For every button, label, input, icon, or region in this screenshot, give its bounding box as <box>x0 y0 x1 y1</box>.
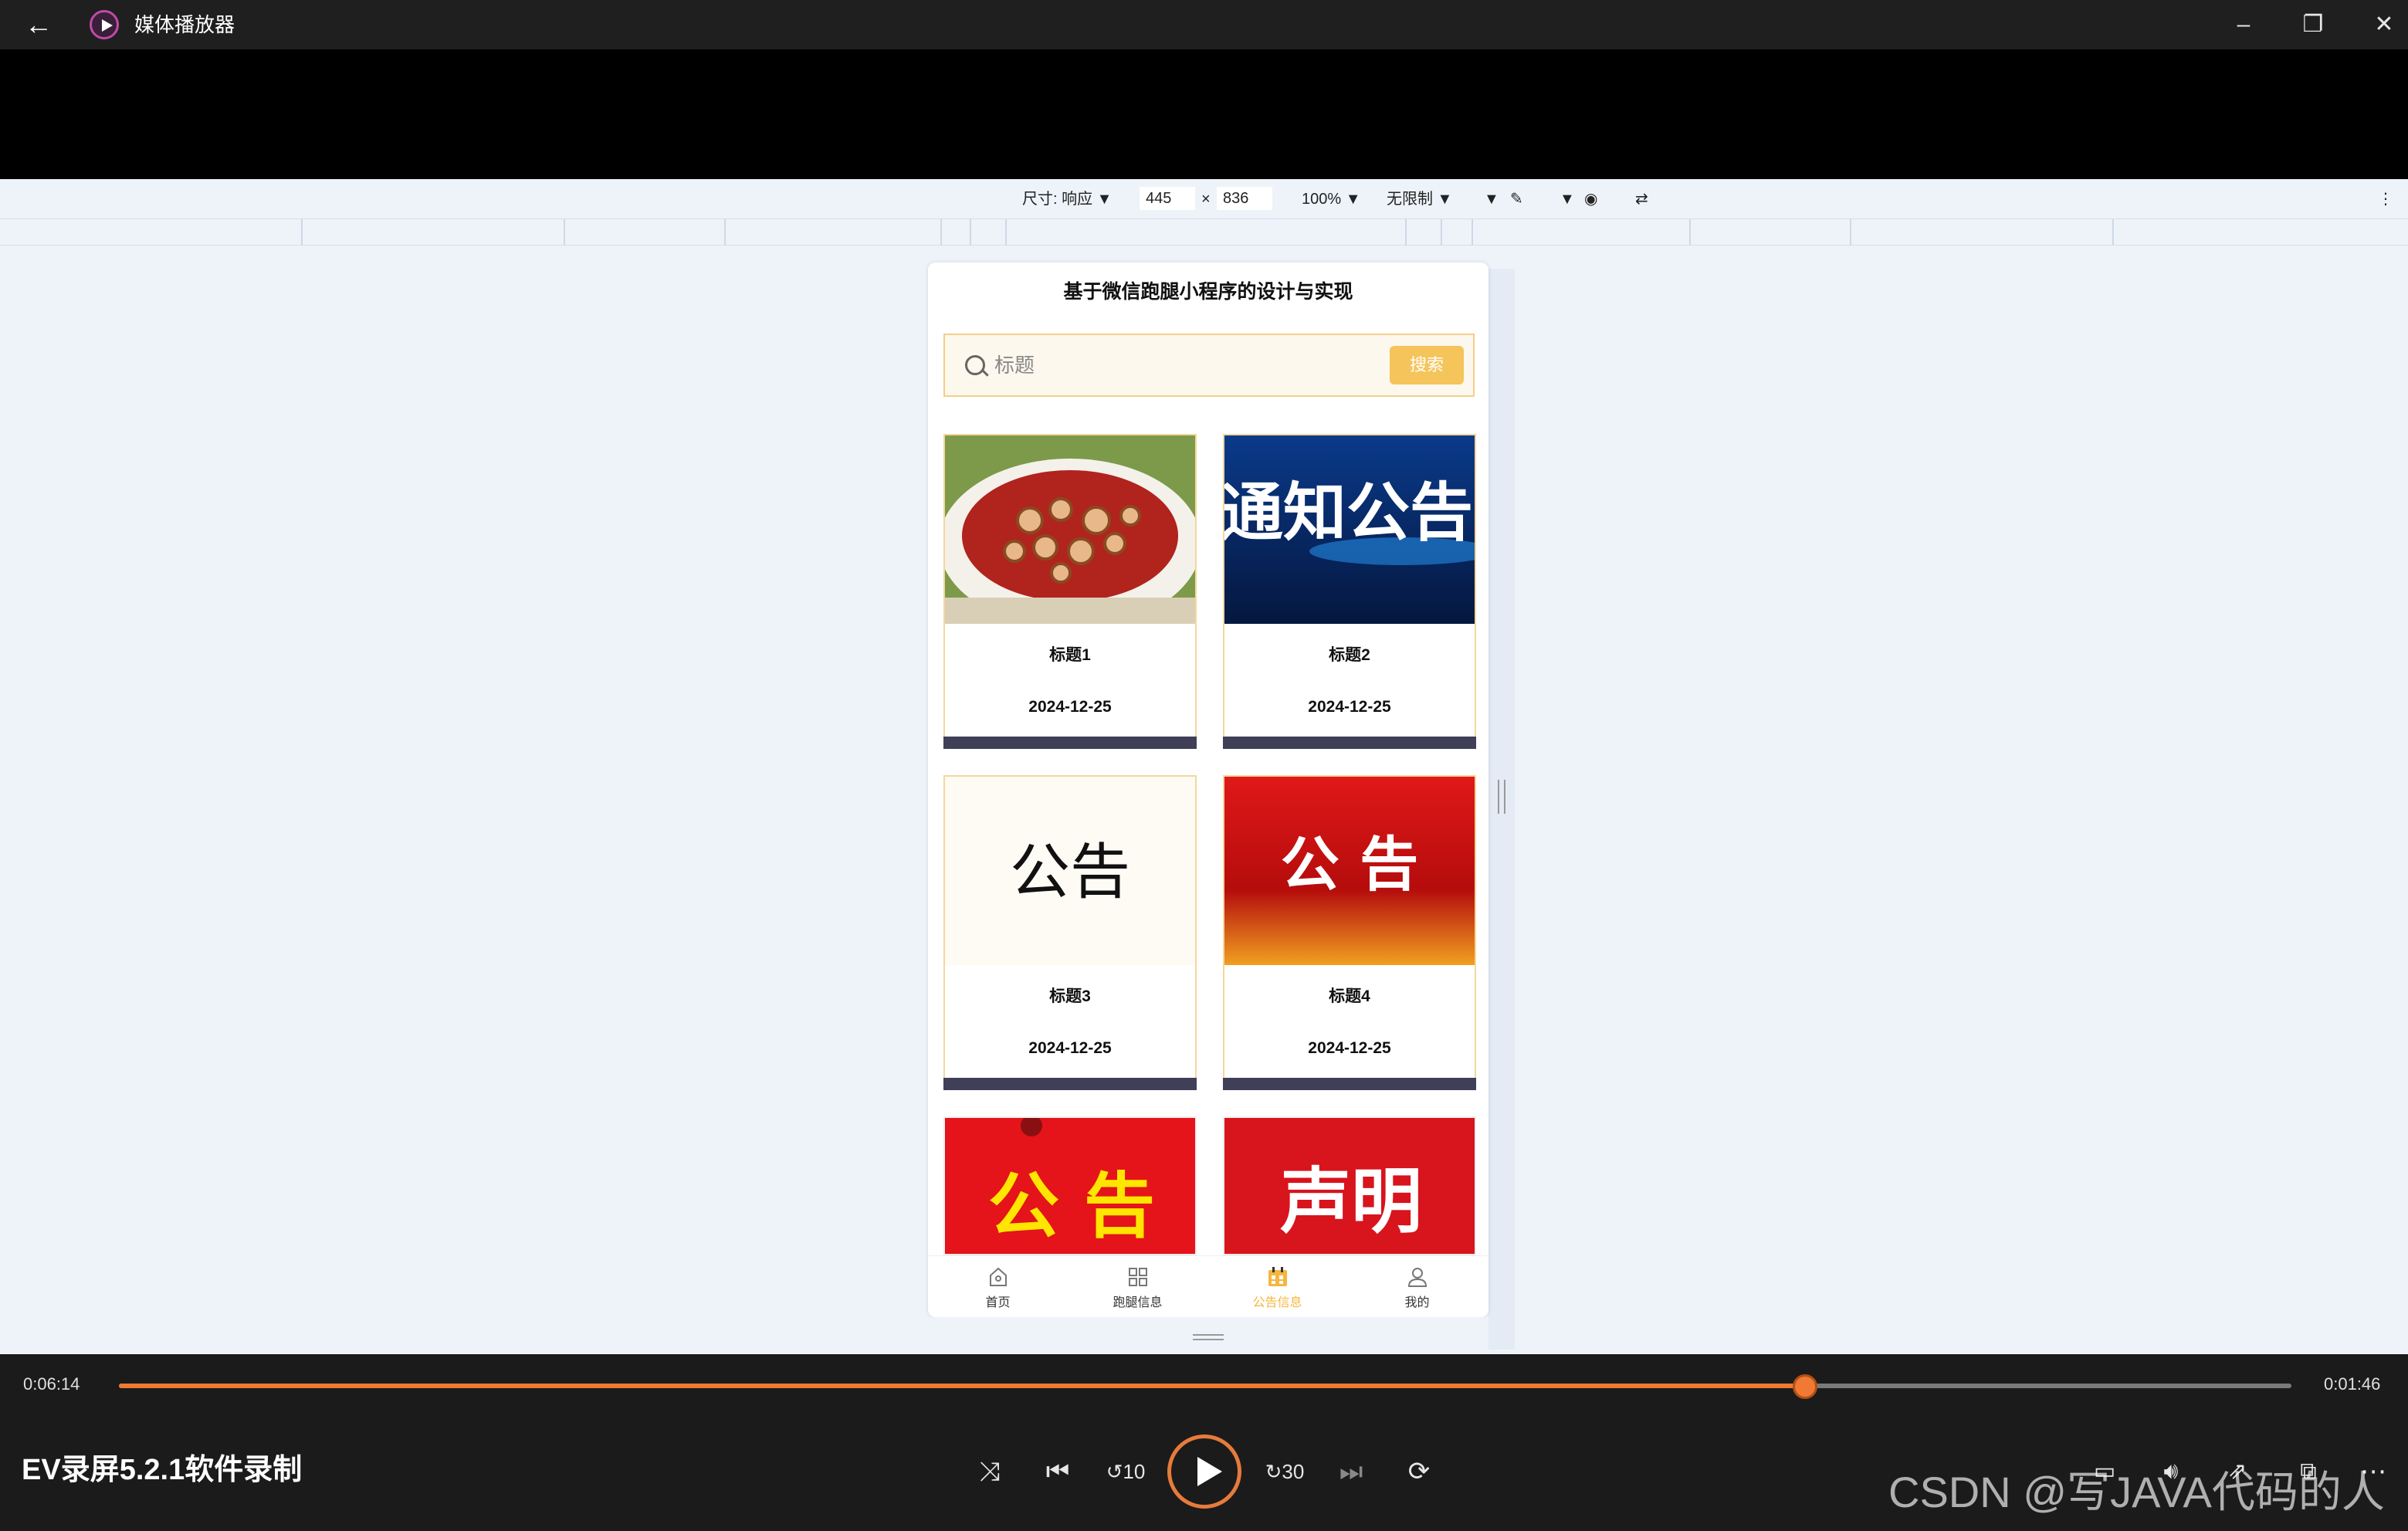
back-arrow-icon[interactable]: ← <box>22 8 56 42</box>
current-time: 0:06:14 <box>23 1374 80 1394</box>
window-title: 媒体播放器 <box>134 13 235 36</box>
notice-card[interactable]: 公 告 <box>943 1116 1197 1255</box>
seek-thumb[interactable] <box>1793 1374 1817 1399</box>
dropdown-chevron-icon[interactable]: ▼ <box>1560 190 1575 208</box>
recording-caption: EV录屏5.2.1软件录制 <box>22 1454 303 1486</box>
rewind-10-icon[interactable]: ↺10 <box>1102 1448 1149 1495</box>
width-input[interactable]: 445 <box>1140 187 1195 210</box>
media-query-ruler <box>0 219 2408 246</box>
user-icon <box>1407 1268 1427 1287</box>
throttle-select[interactable]: 无限制 ▼ <box>1387 190 1452 208</box>
resize-handle-right[interactable] <box>1498 780 1505 814</box>
media-player-controls: 0:06:14 0:01:46 EV录屏5.2.1软件录制 ⤨ ⏮ ↺10 ↻3… <box>0 1354 2408 1531</box>
minimize-icon[interactable]: – <box>2220 8 2267 42</box>
card-footer-bar <box>1223 1078 1476 1090</box>
home-icon <box>989 1267 1007 1286</box>
tab-home[interactable]: 首页 <box>928 1256 1068 1317</box>
card-title: 标题2 <box>1329 646 1370 664</box>
card-image-food <box>945 435 1195 624</box>
card-date: 2024-12-25 <box>1308 1039 1391 1057</box>
height-input[interactable]: 836 <box>1217 187 1272 210</box>
notice-card[interactable]: 通知公告 标题2 2024-12-25 <box>1223 434 1476 749</box>
calendar-icon <box>1268 1267 1287 1286</box>
notice-card[interactable]: 声明 <box>1223 1116 1476 1255</box>
card-date: 2024-12-25 <box>1028 698 1112 716</box>
card-image-text: 公 告 <box>1281 830 1418 899</box>
restore-icon[interactable]: ❐ <box>2290 8 2336 42</box>
card-footer-bar <box>1223 737 1476 749</box>
media-player-app-icon <box>90 10 119 39</box>
close-icon[interactable]: ✕ <box>2361 8 2407 42</box>
card-image-text: 通知公告 <box>1224 476 1473 550</box>
previous-icon[interactable]: ⏮ <box>1035 1448 1081 1495</box>
page-title: 基于微信跑腿小程序的设计与实现 <box>1063 281 1353 303</box>
shuffle-icon[interactable]: ⤨ <box>967 1448 1013 1495</box>
rotate-device-icon[interactable]: ⇄ <box>1635 190 1648 208</box>
card-date: 2024-12-25 <box>1028 1039 1112 1057</box>
window-titlebar: ← 媒体播放器 – ❐ ✕ <box>0 0 2408 49</box>
card-title: 标题1 <box>1049 646 1091 664</box>
card-footer-bar <box>943 1078 1197 1090</box>
zoom-select[interactable]: 100% ▼ <box>1302 190 1361 208</box>
next-icon[interactable]: ⏭ <box>1328 1448 1374 1495</box>
dropdown-chevron-icon[interactable]: ▼ <box>1484 190 1499 208</box>
card-image-notice-plain: 公告 <box>945 777 1195 965</box>
grid-icon <box>1128 1268 1147 1286</box>
bottom-tab-bar: 首页 跑腿信息 公告信息 我的 <box>928 1255 1488 1317</box>
mini-program-screen: 基于微信跑腿小程序的设计与实现 搜索 标题1 2024-12-25 <box>928 263 1488 1317</box>
play-icon[interactable] <box>1167 1434 1241 1509</box>
eye-icon[interactable]: ◉ <box>1584 190 1597 208</box>
device-size-select[interactable]: 尺寸: 响应 ▼ <box>1022 190 1112 208</box>
drag-grip-icon <box>1193 1334 1224 1340</box>
times-sign: × <box>1201 191 1211 208</box>
notice-card[interactable]: 公 告 标题4 2024-12-25 <box>1223 775 1476 1090</box>
notice-card[interactable]: 标题1 2024-12-25 <box>943 434 1197 749</box>
tab-mine[interactable]: 我的 <box>1347 1256 1487 1317</box>
search-input[interactable] <box>994 349 1365 381</box>
card-image-text: 声明 <box>1280 1160 1422 1243</box>
search-bar: 搜索 <box>943 334 1475 397</box>
card-image-notice-red: 公 告 <box>1224 777 1475 965</box>
resize-handle-bottom[interactable] <box>928 1317 1488 1351</box>
device-toolbar: 尺寸: 响应 ▼ 445 × 836 100% ▼ 无限制 ▼ ▼ ✎ ▼ ◉ … <box>0 179 2408 219</box>
watermark-text: CSDN @写JAVA代码的人 <box>1888 1468 2385 1516</box>
more-options-icon[interactable]: ⋮ <box>2378 190 2393 208</box>
seek-bar-progress <box>119 1384 1805 1388</box>
notice-card[interactable]: 公告 标题3 2024-12-25 <box>943 775 1197 1090</box>
repeat-off-icon[interactable]: ⟳ <box>1396 1448 1442 1495</box>
card-title: 标题3 <box>1049 987 1091 1005</box>
tab-errand-info[interactable]: 跑腿信息 <box>1068 1256 1207 1317</box>
forward-30-icon[interactable]: ↻30 <box>1262 1448 1308 1495</box>
card-image-text: 公告 <box>1010 838 1130 907</box>
card-date: 2024-12-25 <box>1308 698 1391 716</box>
card-footer-bar <box>943 737 1197 749</box>
tab-notice-info[interactable]: 公告信息 <box>1207 1256 1347 1317</box>
total-time: 0:01:46 <box>2324 1374 2381 1394</box>
card-title: 标题4 <box>1329 987 1370 1005</box>
card-image-notice-banner: 通知公告 <box>1224 435 1475 624</box>
card-image-text: 公 告 <box>988 1165 1155 1248</box>
eyedropper-icon[interactable]: ✎ <box>1510 190 1523 208</box>
search-button[interactable]: 搜索 <box>1390 346 1464 384</box>
search-icon <box>965 355 985 375</box>
